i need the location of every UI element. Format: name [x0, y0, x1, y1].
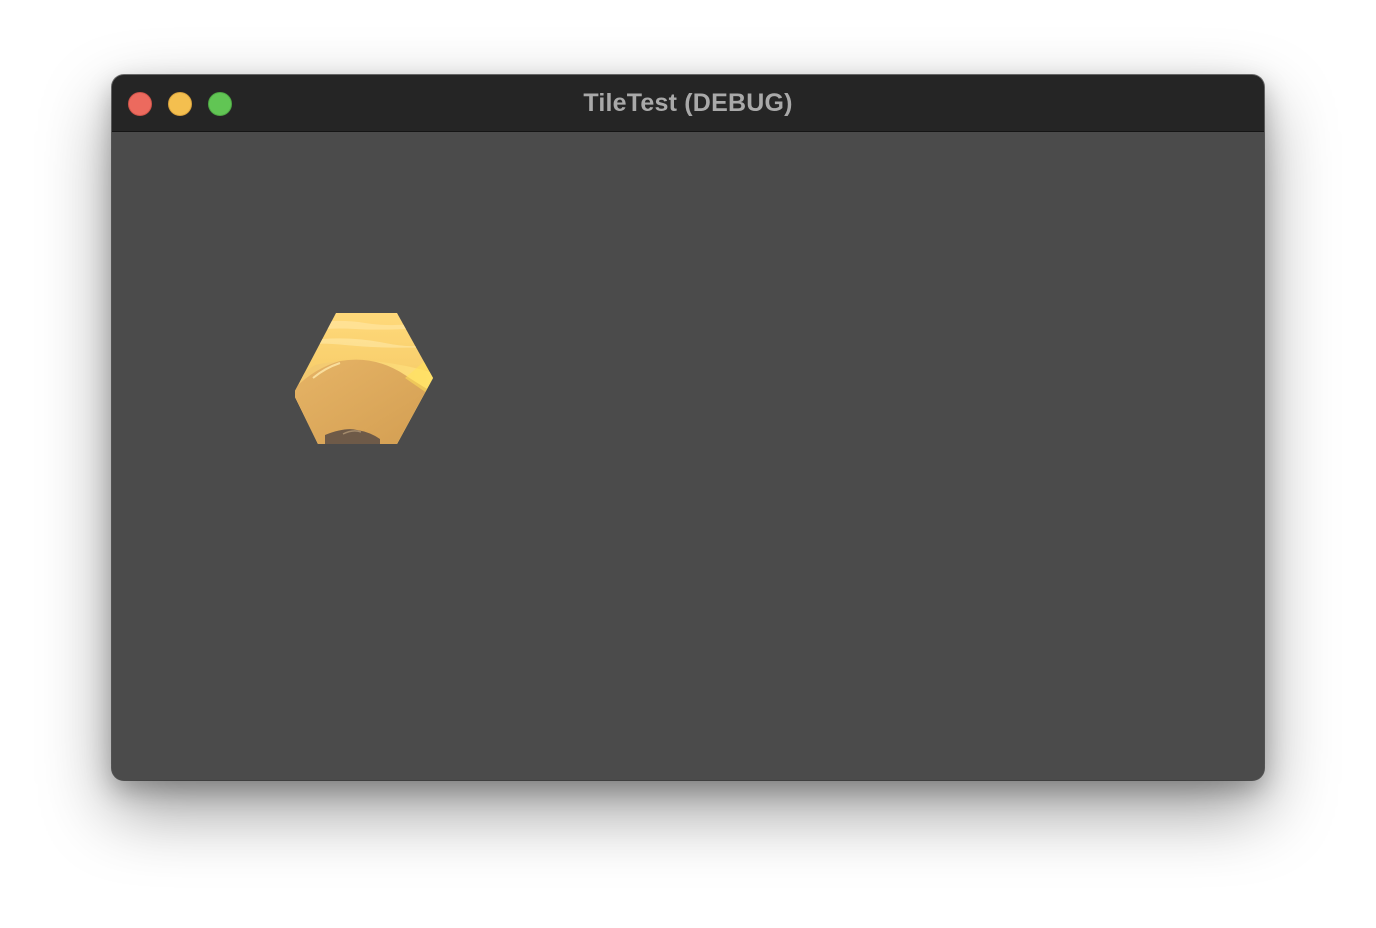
title-bar[interactable]: TileTest (DEBUG) — [112, 75, 1264, 132]
desert-dune-hex-tile[interactable] — [295, 313, 434, 444]
app-window: TileTest (DEBUG) — [112, 75, 1264, 780]
window-title: TileTest (DEBUG) — [583, 89, 793, 117]
canvas-area[interactable] — [112, 132, 1264, 780]
